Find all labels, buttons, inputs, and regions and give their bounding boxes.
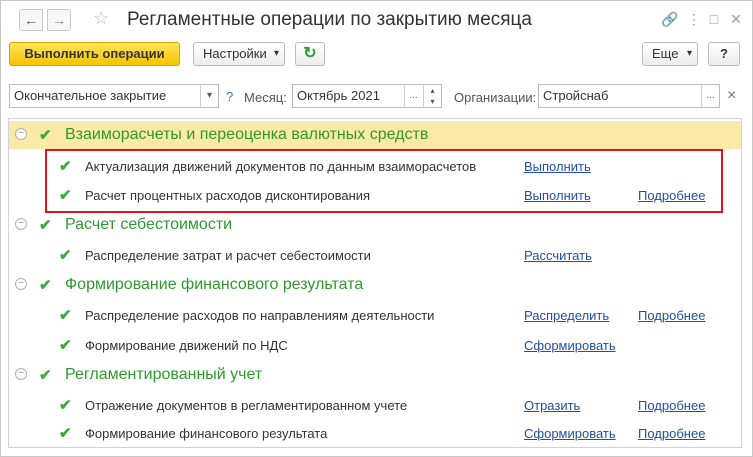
page-title: Регламентные операции по закрытию месяца xyxy=(127,9,532,30)
group-row[interactable]: − ✔ Формирование финансового результата xyxy=(9,271,741,299)
checkmark-icon: ✔ xyxy=(59,307,72,324)
help-button[interactable]: ? xyxy=(708,42,740,66)
chevron-down-icon: ▾ xyxy=(273,48,279,59)
collapse-icon[interactable]: − xyxy=(15,128,27,140)
closing-mode-select[interactable]: Окончательное закрытие ▾ xyxy=(9,84,219,108)
list-item: ✔ Формирование финансового результата Сф… xyxy=(9,419,741,447)
checkmark-icon: ✔ xyxy=(39,367,52,384)
organization-field[interactable]: Стройснаб ... xyxy=(538,84,720,108)
highlight-box xyxy=(45,149,723,213)
settings-button[interactable]: Настройки ▾ xyxy=(193,42,285,66)
details-link[interactable]: Подробнее xyxy=(638,308,705,323)
checkmark-icon: ✔ xyxy=(59,247,72,264)
operation-name: Формирование движений по НДС xyxy=(85,338,288,353)
group-title: Расчет себестоимости xyxy=(65,216,233,233)
more-button[interactable]: Еще ▾ xyxy=(642,42,698,66)
checkmark-icon: ✔ xyxy=(59,425,72,442)
post-link[interactable]: Отразить xyxy=(524,398,580,413)
organization-value: Стройснаб xyxy=(543,88,609,103)
checkmark-icon: ✔ xyxy=(39,127,52,144)
month-decrement-icon[interactable]: ▾ xyxy=(423,96,441,107)
operation-name: Распределение расходов по направлениям д… xyxy=(85,308,435,323)
clear-icon[interactable]: × xyxy=(727,87,736,105)
settings-button-label: Настройки xyxy=(203,46,267,61)
operation-name: Отражение документов в регламентированно… xyxy=(85,398,408,413)
month-field[interactable]: Октябрь 2021 ... ▴ ▾ xyxy=(292,84,442,108)
refresh-icon: ↻ xyxy=(303,45,317,62)
distribute-link[interactable]: Распределить xyxy=(524,308,609,323)
group-title: Взаиморасчеты и переоценка валютных сред… xyxy=(65,126,429,143)
operation-name: Формирование финансового результата xyxy=(85,426,328,441)
back-button[interactable]: ← xyxy=(19,9,43,31)
generate-link[interactable]: Сформировать xyxy=(524,338,616,353)
list-item: ✔ Распределение затрат и расчет себестои… xyxy=(9,241,741,271)
help-icon[interactable]: ? xyxy=(226,89,233,104)
group-title: Формирование финансового результата xyxy=(65,276,364,293)
more-button-label: Еще xyxy=(652,46,679,61)
month-select-button[interactable]: ... xyxy=(404,85,422,107)
list-item: ✔ Отражение документов в регламентирован… xyxy=(9,391,741,421)
organization-select-button[interactable]: ... xyxy=(701,85,719,107)
refresh-button[interactable]: ↻ xyxy=(295,42,325,66)
favorite-star-icon[interactable]: ☆ xyxy=(93,8,109,29)
group-row[interactable]: − ✔ Регламентированный учет xyxy=(9,361,741,389)
checkmark-icon: ✔ xyxy=(39,217,52,234)
calculate-link[interactable]: Рассчитать xyxy=(524,248,592,263)
month-label: Месяц: xyxy=(244,90,287,105)
closing-mode-value: Окончательное закрытие xyxy=(14,88,167,103)
forward-button[interactable]: → xyxy=(47,9,71,31)
main-window: ← → ☆ Регламентные операции по закрытию … xyxy=(0,0,753,457)
link-icon[interactable]: 🔗 xyxy=(661,10,679,28)
collapse-icon[interactable]: − xyxy=(15,218,27,230)
organization-label: Организации: xyxy=(454,90,537,105)
details-link[interactable]: Подробнее xyxy=(638,426,705,441)
list-item: ✔ Распределение расходов по направлениям… xyxy=(9,301,741,331)
chevron-down-icon[interactable]: ▾ xyxy=(200,85,218,107)
group-row[interactable]: − ✔ Расчет себестоимости xyxy=(9,211,741,239)
group-title: Регламентированный учет xyxy=(65,366,263,383)
title-bar: ← → ☆ Регламентные операции по закрытию … xyxy=(1,1,753,37)
collapse-icon[interactable]: − xyxy=(15,368,27,380)
close-icon[interactable]: × xyxy=(727,10,745,28)
maximize-icon[interactable]: □ xyxy=(705,10,723,28)
group-row[interactable]: − ✔ Взаиморасчеты и переоценка валютных … xyxy=(9,121,741,149)
operation-name: Распределение затрат и расчет себестоимо… xyxy=(85,248,371,263)
list-item: ✔ Формирование движений по НДС Сформиров… xyxy=(9,331,741,361)
checkmark-icon: ✔ xyxy=(59,337,72,354)
chevron-down-icon: ▾ xyxy=(686,48,692,59)
execute-operations-button[interactable]: Выполнить операции xyxy=(9,42,180,66)
generate-link[interactable]: Сформировать xyxy=(524,426,616,441)
details-link[interactable]: Подробнее xyxy=(638,398,705,413)
month-increment-icon[interactable]: ▴ xyxy=(423,85,441,96)
collapse-icon[interactable]: − xyxy=(15,278,27,290)
month-value: Октябрь 2021 xyxy=(297,88,380,103)
more-menu-icon[interactable]: ⋮ xyxy=(685,10,703,28)
checkmark-icon: ✔ xyxy=(39,277,52,294)
checkmark-icon: ✔ xyxy=(59,397,72,414)
